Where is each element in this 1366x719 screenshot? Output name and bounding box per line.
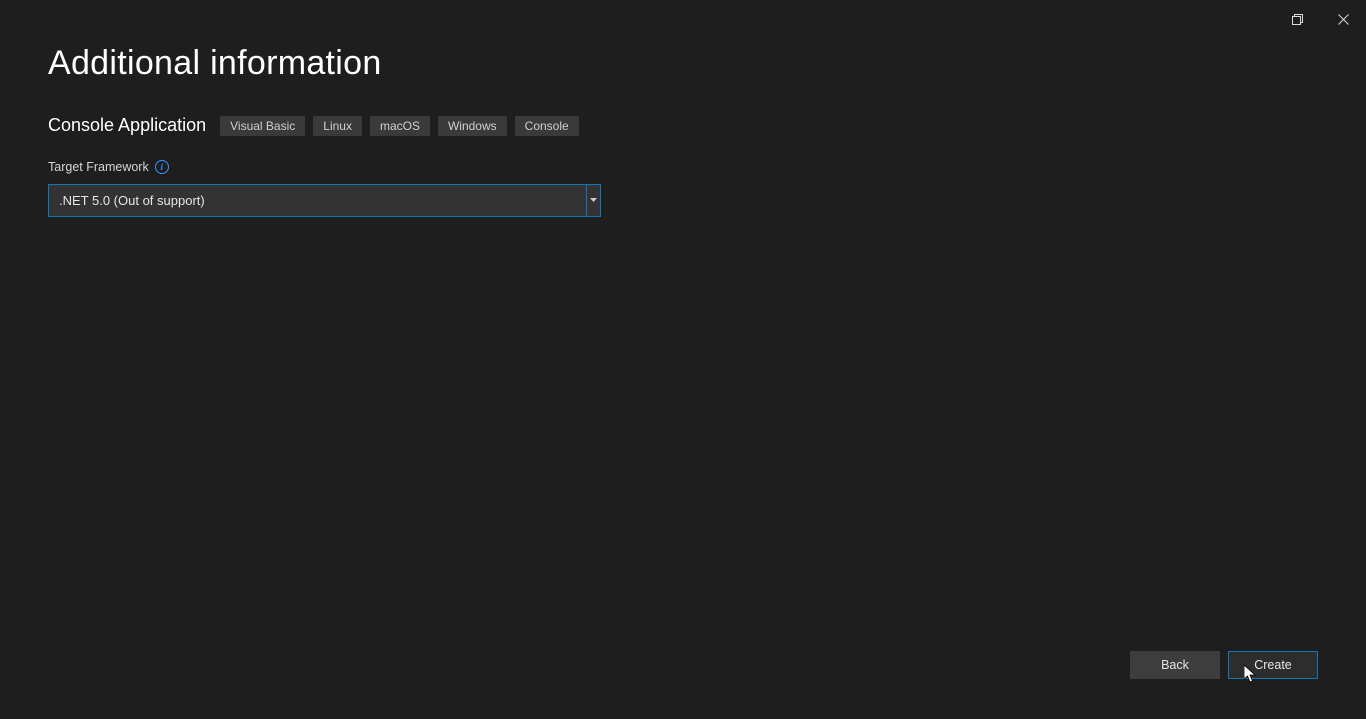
close-icon — [1338, 14, 1349, 25]
info-icon[interactable]: i — [155, 160, 169, 174]
project-tags: Visual Basic Linux macOS Windows Console — [220, 116, 579, 136]
back-button[interactable]: Back — [1130, 651, 1220, 679]
footer-buttons: Back Create — [1130, 651, 1318, 679]
tag-windows: Windows — [438, 116, 507, 136]
create-button[interactable]: Create — [1228, 651, 1318, 679]
chevron-down-icon — [590, 198, 597, 203]
title-bar — [1274, 0, 1366, 32]
close-button[interactable] — [1320, 6, 1366, 32]
tag-macos: macOS — [370, 116, 430, 136]
target-framework-label-row: Target Framework i — [48, 160, 1318, 174]
target-framework-selected-value: .NET 5.0 (Out of support) — [49, 185, 586, 216]
tag-console: Console — [515, 116, 579, 136]
tag-linux: Linux — [313, 116, 362, 136]
project-type-label: Console Application — [48, 115, 206, 136]
maximize-icon — [1292, 14, 1303, 25]
maximize-restore-button[interactable] — [1274, 6, 1320, 32]
target-framework-select[interactable]: .NET 5.0 (Out of support) — [48, 184, 601, 217]
project-type-row: Console Application Visual Basic Linux m… — [48, 115, 1318, 136]
tag-visual-basic: Visual Basic — [220, 116, 305, 136]
main-content: Additional information Console Applicati… — [0, 0, 1366, 217]
target-framework-label: Target Framework — [48, 160, 149, 174]
dropdown-arrow[interactable] — [586, 185, 600, 216]
page-title: Additional information — [48, 44, 1318, 83]
